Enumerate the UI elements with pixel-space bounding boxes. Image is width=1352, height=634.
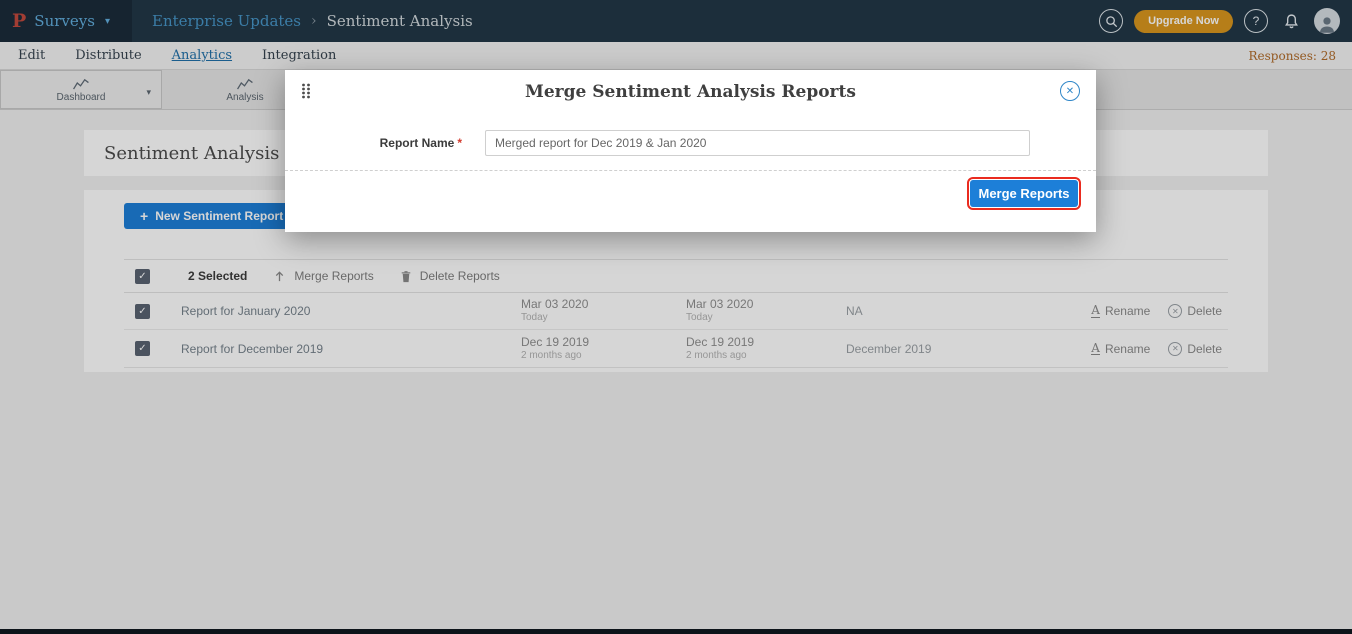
modal-header: Merge Sentiment Analysis Reports ✕ bbox=[285, 70, 1096, 114]
report-name-field-row: Report Name* bbox=[285, 130, 1096, 156]
merge-reports-submit-button[interactable]: Merge Reports bbox=[970, 180, 1078, 207]
report-name-input[interactable] bbox=[485, 130, 1030, 156]
modal-title: Merge Sentiment Analysis Reports bbox=[285, 82, 1096, 102]
required-asterisk: * bbox=[457, 136, 462, 150]
merge-reports-modal: Merge Sentiment Analysis Reports ✕ Repor… bbox=[285, 70, 1096, 232]
report-name-label-text: Report Name bbox=[380, 136, 455, 150]
page: P Surveys ▾ Enterprise Updates › Sentime… bbox=[0, 0, 1352, 634]
modal-close-button[interactable]: ✕ bbox=[1060, 81, 1080, 101]
close-icon: ✕ bbox=[1066, 86, 1074, 97]
modal-footer: Merge Reports bbox=[285, 171, 1096, 207]
report-name-label: Report Name* bbox=[285, 136, 462, 150]
